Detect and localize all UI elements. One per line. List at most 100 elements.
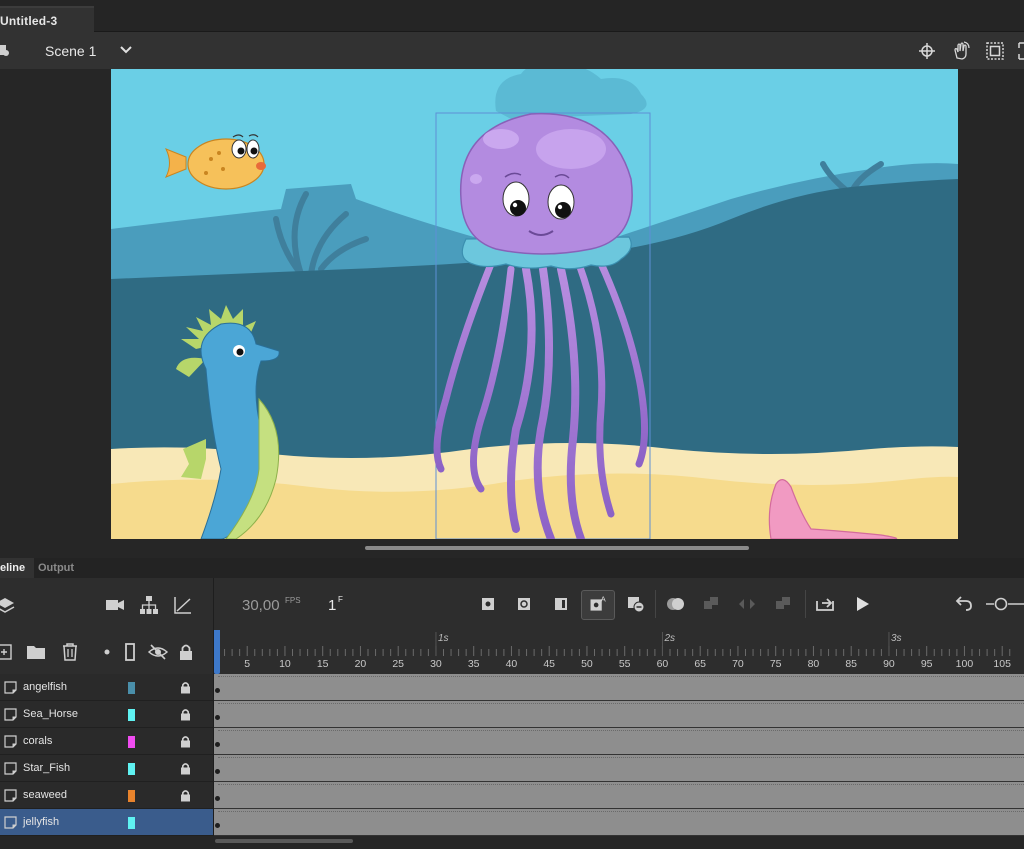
layer-name[interactable]: jellyfish — [23, 816, 59, 828]
frame-zoom-slider[interactable] — [984, 593, 1024, 615]
scene-stack-icon[interactable] — [0, 41, 10, 59]
playhead[interactable] — [214, 630, 220, 674]
layer-frame-track[interactable] — [214, 809, 1024, 836]
new-layer-icon[interactable] — [0, 641, 16, 663]
layer-type-icon — [4, 789, 17, 802]
fit-icon[interactable] — [1016, 40, 1024, 62]
fps-value[interactable]: 30,00 — [242, 597, 280, 614]
play-icon[interactable] — [851, 593, 873, 615]
seconds-label: 2s — [664, 633, 675, 644]
loop-playback-icon[interactable] — [814, 593, 836, 615]
graph-editor-icon[interactable] — [172, 594, 194, 616]
clip-content-icon[interactable] — [984, 40, 1006, 62]
lock-icon[interactable] — [180, 708, 191, 721]
frame-tick-label: 45 — [543, 658, 556, 670]
layer-frame-track[interactable] — [214, 701, 1024, 728]
keyframe-marker[interactable] — [215, 796, 220, 801]
keyframe-marker[interactable] — [215, 742, 220, 747]
keyframe-marker[interactable] — [215, 688, 220, 693]
insert-frame-icon[interactable] — [550, 593, 572, 615]
layer-info[interactable]: seaweed — [0, 782, 214, 809]
outline-toggle-icon[interactable] — [119, 641, 141, 663]
frame-tick-label: 65 — [694, 658, 707, 670]
layer-header — [0, 630, 214, 674]
frame-ruler[interactable]: 1s 2s 3s 5 10 15 20 25 30 35 40 45 50 55 60 65 70 75 80 85… — [214, 630, 1024, 674]
layer-frame-track[interactable] — [214, 674, 1024, 701]
layer-info[interactable]: jellyfish — [0, 809, 214, 836]
current-frame-value[interactable]: 1 — [328, 597, 336, 614]
layer-outline-color-swatch[interactable] — [128, 763, 135, 775]
layer-name[interactable]: angelfish — [23, 681, 67, 693]
frame-tick-label: 75 — [769, 658, 782, 670]
layer-row-angelfish[interactable]: angelfish — [0, 674, 1024, 701]
timeline-bottom-bar — [0, 836, 1024, 849]
layer-type-icon — [4, 762, 17, 775]
highlight-layer-dot-icon[interactable] — [96, 641, 118, 663]
lock-all-icon[interactable] — [175, 641, 197, 663]
layer-outline-color-swatch[interactable] — [128, 817, 135, 829]
keyframe-marker[interactable] — [215, 769, 220, 774]
new-folder-icon[interactable] — [25, 641, 47, 663]
document-tab[interactable]: Untitled-3 — [0, 6, 94, 32]
layer-frame-track[interactable] — [214, 782, 1024, 809]
stage-horizontal-scrollbar[interactable] — [365, 546, 749, 550]
lock-icon[interactable] — [180, 735, 191, 748]
layer-name[interactable]: corals — [23, 735, 52, 747]
keyframe-marker[interactable] — [215, 715, 220, 720]
parenting-icon[interactable] — [138, 594, 160, 616]
layers-icon[interactable] — [0, 594, 16, 616]
lock-icon[interactable] — [180, 681, 191, 694]
frame-tick-label: 30 — [430, 658, 442, 670]
create-classic-tween-icon — [776, 597, 790, 609]
frame-tick-label: 70 — [732, 658, 744, 670]
frame-tick-label: 40 — [505, 658, 518, 670]
frame-tick-label: 95 — [920, 658, 933, 670]
onion-skin-icon[interactable] — [665, 593, 687, 615]
stage-canvas[interactable] — [111, 69, 958, 539]
frame-tick-label: 105 — [993, 658, 1011, 670]
keyframe-marker[interactable] — [215, 823, 220, 828]
layer-outline-color-swatch[interactable] — [128, 736, 135, 748]
layer-name[interactable]: Sea_Horse — [23, 708, 78, 720]
insert-blank-keyframe-icon[interactable] — [513, 593, 535, 615]
layer-row-star-fish[interactable]: Star_Fish — [0, 755, 1024, 782]
toolbar-separator — [805, 590, 806, 618]
tab-output[interactable]: Output — [38, 558, 74, 578]
layer-row-seaweed[interactable]: seaweed — [0, 782, 1024, 809]
create-motion-tween-icon — [704, 597, 718, 609]
layer-row-sea-horse[interactable]: Sea_Horse — [0, 701, 1024, 728]
tab-timeline[interactable]: eline — [0, 558, 34, 578]
timeline-horizontal-scrollbar[interactable] — [215, 839, 353, 843]
center-stage-icon[interactable] — [916, 40, 938, 62]
insert-keyframe-icon[interactable] — [477, 593, 499, 615]
layer-name[interactable]: Star_Fish — [23, 762, 70, 774]
undo-icon[interactable] — [952, 593, 974, 615]
delete-layer-icon[interactable] — [59, 641, 81, 663]
visibility-toggle-icon[interactable] — [147, 641, 169, 663]
layer-info[interactable]: Star_Fish — [0, 755, 214, 782]
frame-tick-label: 85 — [845, 658, 858, 670]
hand-rotate-icon[interactable] — [950, 40, 972, 62]
layer-frame-track[interactable] — [214, 755, 1024, 782]
frame-tick-label: 5 — [244, 658, 251, 670]
layer-row-jellyfish[interactable]: jellyfish — [0, 809, 1024, 836]
chevron-down-icon[interactable] — [118, 41, 134, 57]
auto-keyframe-button[interactable]: A — [581, 590, 615, 620]
layer-outline-color-swatch[interactable] — [128, 682, 135, 694]
layer-info[interactable]: Sea_Horse — [0, 701, 214, 728]
layer-row-corals[interactable]: corals — [0, 728, 1024, 755]
scene-label[interactable]: Scene 1 — [45, 43, 96, 59]
camera-icon[interactable] — [104, 594, 126, 616]
frame-tick-label: 15 — [316, 658, 329, 670]
clear-keyframe-icon[interactable] — [625, 593, 647, 615]
layer-outline-color-swatch[interactable] — [128, 790, 135, 802]
layer-info[interactable]: corals — [0, 728, 214, 755]
layer-name[interactable]: seaweed — [23, 789, 67, 801]
layer-outline-color-swatch[interactable] — [128, 709, 135, 721]
lock-icon[interactable] — [180, 789, 191, 802]
frame-tick-label: 55 — [618, 658, 631, 670]
layer-frame-track[interactable] — [214, 728, 1024, 755]
toolbar-separator — [655, 590, 656, 618]
lock-icon[interactable] — [180, 762, 191, 775]
layer-info[interactable]: angelfish — [0, 674, 214, 701]
